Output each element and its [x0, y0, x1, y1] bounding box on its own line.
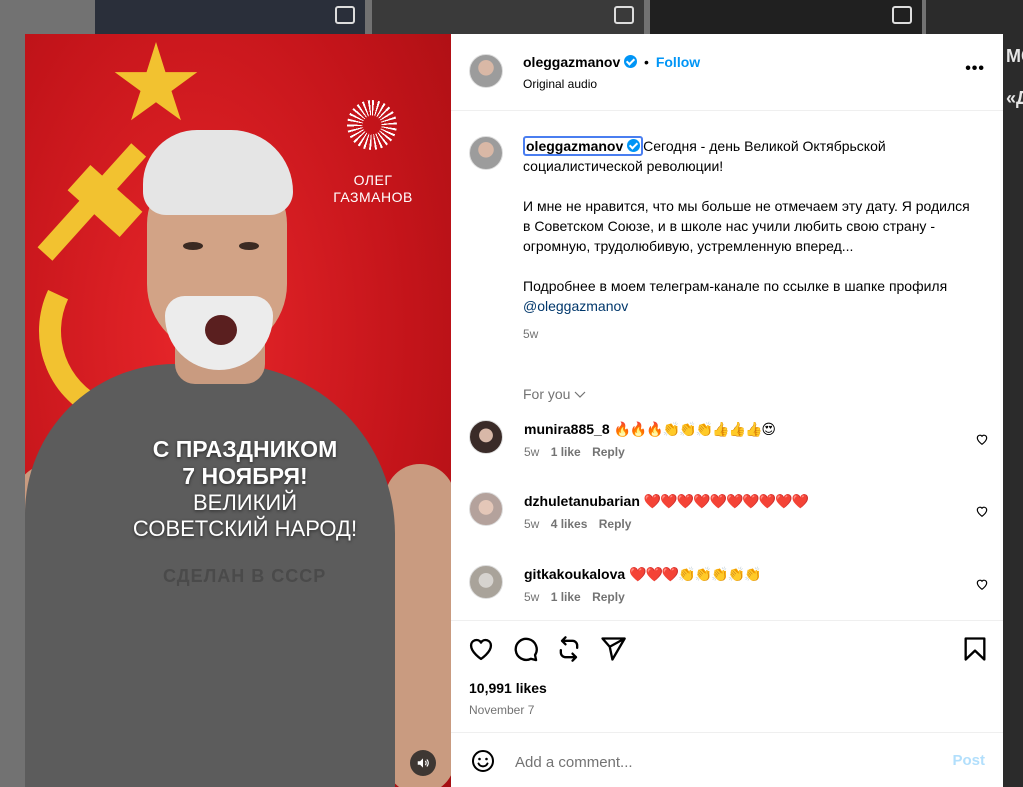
caption-paragraph: oleggazmanov Сегодня - день Великой Октя… [523, 136, 978, 176]
caption-text: Подробнее в моем телеграм-канале по ссыл… [523, 278, 948, 294]
post-header: oleggazmanov • Follow Original audio ••• [451, 34, 1003, 111]
greeting-line: С ПРАЗДНИКОМ [152, 436, 338, 462]
audio-toggle-button[interactable] [410, 750, 436, 776]
verified-badge-icon [624, 55, 638, 68]
caption-paragraph: Подробнее в моем телеграм-канале по ссыл… [523, 276, 978, 316]
speaker-icon [417, 758, 429, 768]
dot-separator: • [644, 54, 649, 70]
background-text-fragment: «Д [1006, 88, 1023, 108]
comment-reply-button[interactable]: Reply [599, 517, 632, 531]
post-video[interactable]: ОЛЕГ ГАЗМАНОВ СДЕЛАН В СССР С ПРАЗДНИКОМ… [25, 34, 451, 787]
avatar[interactable] [469, 420, 503, 454]
repost-icon[interactable] [555, 635, 583, 663]
comment-item: gitkakoukalova ❤️❤️❤️👏👏👏👏👏 5w 1 like Rep… [451, 565, 1003, 615]
gazmanov-logo-icon [347, 100, 397, 150]
chevron-down-icon [574, 391, 586, 398]
comment-username[interactable]: dzhuletanubarian [524, 493, 640, 509]
avatar[interactable] [469, 54, 503, 88]
more-options-button[interactable]: ••• [965, 60, 985, 78]
likes-count[interactable]: 10,991 likes [469, 680, 547, 696]
comment-meta: 5w 4 likes Reply [524, 517, 631, 531]
comment-likes[interactable]: 4 likes [551, 517, 588, 531]
comment-username[interactable]: gitkakoukalova [524, 566, 625, 582]
comment-body: 🔥🔥🔥👏👏👏👍👍👍😍 [613, 421, 776, 437]
comment-meta: 5w 1 like Reply [524, 590, 625, 604]
reel-icon [614, 6, 634, 24]
post-side-panel: oleggazmanov • Follow Original audio •••… [451, 34, 1003, 787]
follow-button[interactable]: Follow [656, 54, 700, 70]
red-star-graphic [114, 42, 198, 121]
post-actions-bar [451, 620, 1003, 671]
background-reel-thumbnail[interactable] [372, 0, 644, 34]
comment-username[interactable]: munira885_8 [524, 421, 610, 437]
logo-line: ГАЗМАНОВ [333, 189, 413, 205]
reel-icon [335, 6, 355, 24]
comment-composer: Post [451, 732, 1003, 787]
avatar[interactable] [469, 136, 503, 170]
shirt-print-text: СДЕЛАН В СССР [163, 566, 327, 586]
person-mouth [205, 315, 237, 345]
comment-bubble-icon[interactable] [511, 635, 539, 663]
person-eye [183, 242, 203, 250]
header-user-line: oleggazmanov • Follow [523, 54, 700, 70]
greeting-overlay: С ПРАЗДНИКОМ 7 НОЯБРЯ! ВЕЛИКИЙ СОВЕТСКИЙ… [95, 436, 395, 542]
comment-text: munira885_8 🔥🔥🔥👏👏👏👍👍👍😍 [524, 420, 776, 438]
comment-item: munira885_8 🔥🔥🔥👏👏👏👍👍👍😍 5w 1 like Reply [451, 420, 1003, 470]
caption-timestamp[interactable]: 5w [523, 324, 978, 344]
comment-likes[interactable]: 1 like [551, 445, 581, 459]
comment-body: ❤️❤️❤️❤️❤️❤️❤️❤️❤️❤️ [643, 493, 809, 509]
comment-like-heart-icon[interactable] [975, 432, 989, 446]
comment-likes[interactable]: 1 like [551, 590, 581, 604]
audio-label[interactable]: Original audio [523, 77, 597, 91]
bookmark-icon[interactable] [961, 635, 989, 663]
comment-time[interactable]: 5w [524, 590, 539, 604]
comment-item: dzhuletanubarian ❤️❤️❤️❤️❤️❤️❤️❤️❤️❤️ 5w… [451, 492, 1003, 542]
like-heart-icon[interactable] [467, 635, 495, 663]
logo-line: ОЛЕГ [353, 172, 393, 188]
greeting-line: ВЕЛИКИЙ [192, 490, 298, 515]
caption-paragraph: И мне не нравится, что мы больше не отме… [523, 198, 970, 254]
greeting-line: 7 НОЯБРЯ! [182, 463, 308, 489]
comment-time[interactable]: 5w [524, 517, 539, 531]
caption-mention-link[interactable]: @oleggazmanov [523, 298, 628, 314]
comment-like-heart-icon[interactable] [975, 577, 989, 591]
comment-input[interactable] [513, 749, 937, 775]
verified-badge-icon [627, 139, 641, 152]
caption-username-link[interactable]: oleggazmanov [523, 136, 644, 156]
reel-icon [892, 6, 912, 24]
background-reel-thumbnail[interactable] [650, 0, 922, 34]
avatar[interactable] [469, 565, 503, 599]
comment-time[interactable]: 5w [524, 445, 539, 459]
post-date[interactable]: November 7 [469, 703, 534, 717]
for-you-label: For you [523, 386, 571, 402]
greeting-line: СОВЕТСКИЙ НАРОД! [132, 516, 358, 541]
for-you-dropdown[interactable]: For you [523, 386, 586, 402]
comment-text: gitkakoukalova ❤️❤️❤️👏👏👏👏👏 [524, 565, 762, 583]
avatar[interactable] [469, 492, 503, 526]
emoji-icon[interactable] [471, 749, 495, 773]
person-eye [239, 242, 259, 250]
comment-like-heart-icon[interactable] [975, 504, 989, 518]
comment-body: ❤️❤️❤️👏👏👏👏👏 [629, 566, 761, 582]
caption-username: oleggazmanov [526, 138, 624, 154]
person-hair [143, 130, 293, 215]
background-text-fragment: МС [1006, 46, 1023, 66]
comment-text: dzhuletanubarian ❤️❤️❤️❤️❤️❤️❤️❤️❤️❤️ [524, 492, 809, 510]
share-icon[interactable] [599, 635, 627, 663]
logo-text: ОЛЕГ ГАЗМАНОВ [325, 172, 421, 206]
comment-reply-button[interactable]: Reply [592, 590, 625, 604]
post-modal: ОЛЕГ ГАЗМАНОВ СДЕЛАН В СССР С ПРАЗДНИКОМ… [25, 34, 1003, 787]
header-username[interactable]: oleggazmanov [523, 54, 620, 70]
post-comment-button[interactable]: Post [952, 752, 985, 769]
comment-reply-button[interactable]: Reply [592, 445, 625, 459]
background-reel-thumbnail[interactable] [95, 0, 365, 34]
caption-body: oleggazmanov Сегодня - день Великой Октя… [523, 136, 978, 344]
comment-meta: 5w 1 like Reply [524, 445, 625, 459]
